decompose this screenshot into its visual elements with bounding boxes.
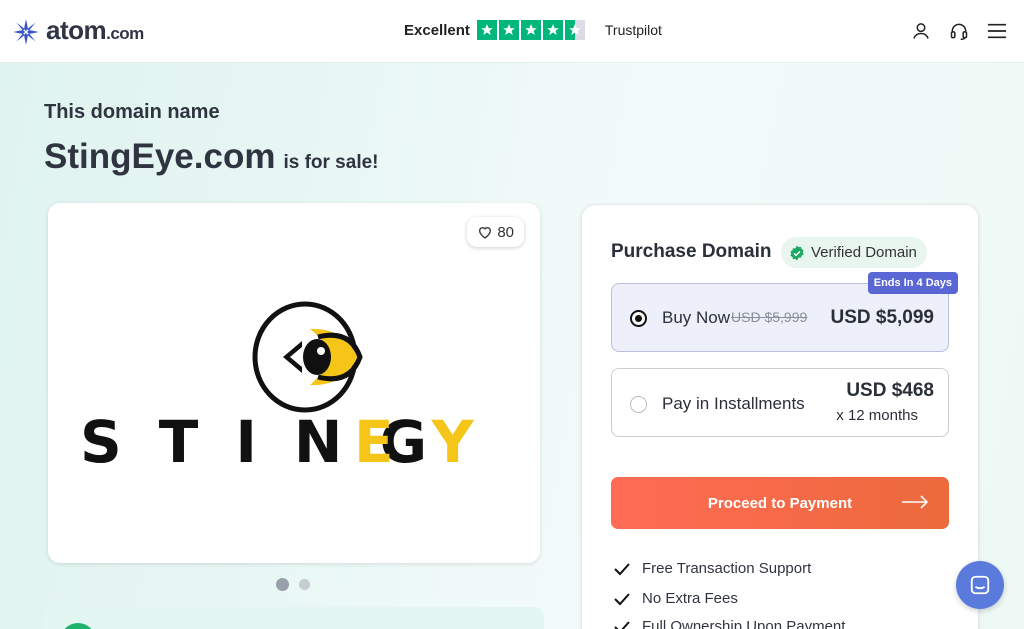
sale-intro: This domain name: [44, 101, 220, 123]
installments-label: Pay in Installments: [662, 394, 805, 413]
like-count: 80: [497, 223, 514, 241]
installments-price: USD $468: [846, 380, 934, 401]
verified-badge: Verified Domain: [781, 237, 927, 268]
arrow-right-icon: [902, 495, 929, 509]
heart-icon: [479, 227, 492, 239]
carousel-dots: [276, 578, 310, 591]
trustpilot-brand: Trustpilot: [604, 22, 662, 38]
purchase-title: Purchase Domain: [611, 241, 772, 262]
feature-label: No Extra Fees: [642, 590, 738, 607]
for-sale-text: is for sale!: [283, 152, 379, 173]
atom-star-icon: [13, 19, 39, 45]
verified-check-icon: [790, 245, 804, 260]
header-actions: [910, 20, 1008, 42]
logo-suffix: .com: [106, 24, 144, 43]
site-logo[interactable]: atom.com: [12, 15, 144, 49]
domain-name: StingEye.com: [44, 137, 276, 176]
half-star-icon: [564, 20, 585, 40]
feature-label: Full Ownership Upon Payment: [642, 618, 846, 629]
user-icon[interactable]: [910, 20, 932, 42]
info-card-partial: [44, 607, 544, 629]
carousel-dot[interactable]: [299, 579, 310, 590]
trust-stars: [476, 20, 585, 40]
feature-label: Free Transaction Support: [642, 560, 812, 577]
buy-now-radio[interactable]: [630, 310, 647, 327]
star-icon: [520, 20, 541, 40]
cta-label: Proceed to Payment: [707, 494, 853, 512]
feature-item: Full Ownership Upon Payment: [614, 618, 845, 629]
chat-icon: [970, 575, 990, 595]
check-icon: [614, 562, 630, 575]
buy-now-label: Buy Now: [662, 308, 731, 327]
trustpilot-rating[interactable]: Excellent Trustpilot: [404, 19, 662, 41]
feature-item: No Extra Fees: [614, 590, 738, 607]
carousel-dot-active[interactable]: [276, 578, 289, 591]
logo-main: atom: [46, 15, 107, 45]
logo-wordmark: atom.com: [46, 15, 144, 49]
headset-icon[interactable]: [948, 20, 970, 42]
domain-logo-card: 80 STING EYE: [48, 203, 540, 563]
trust-label: Excellent: [404, 21, 470, 39]
installments-option[interactable]: Pay in Installments USD $468 x 12 months: [611, 368, 949, 437]
installments-radio[interactable]: [630, 396, 647, 413]
purchase-panel: Purchase Domain Verified Domain Ends In …: [581, 204, 979, 629]
site-header: atom.com Excellent Trustpilot: [0, 0, 1024, 63]
page-title: StingEye.com is for sale!: [44, 137, 379, 177]
installments-term: x 12 months: [836, 407, 918, 424]
info-card-icon: [60, 623, 96, 629]
buy-now-old-price: USD $5,999: [731, 309, 808, 325]
buy-now-option[interactable]: Ends In 4 Days Buy Now USD $5,999 USD $5…: [611, 272, 958, 352]
stingeye-logo: STING EYE: [80, 301, 510, 469]
star-icon: [498, 20, 519, 40]
check-icon: [614, 620, 630, 629]
star-icon: [542, 20, 563, 40]
feature-item: Free Transaction Support: [614, 560, 811, 577]
verified-label: Verified Domain: [811, 244, 917, 261]
logo-word-accent: EYE: [354, 408, 510, 469]
chat-launcher-button[interactable]: [956, 561, 1004, 609]
buy-now-price: USD $5,099: [830, 307, 934, 328]
menu-icon[interactable]: [986, 20, 1008, 42]
ends-badge: Ends In 4 Days: [867, 272, 958, 294]
star-icon: [476, 20, 497, 40]
like-button[interactable]: 80: [467, 217, 524, 247]
check-icon: [614, 592, 630, 605]
proceed-to-payment-button[interactable]: Proceed to Payment: [611, 477, 949, 529]
